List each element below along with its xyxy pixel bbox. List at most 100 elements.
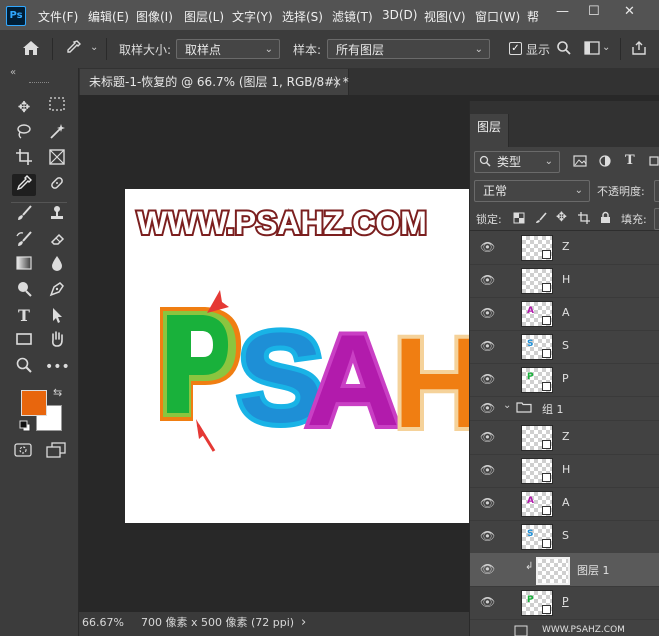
layer-name[interactable]: S bbox=[562, 339, 569, 352]
menu-edit[interactable]: 编辑(E) bbox=[88, 8, 129, 25]
menu-type[interactable]: 文字(Y) bbox=[232, 8, 273, 25]
healing-brush-tool-icon[interactable] bbox=[45, 174, 69, 196]
menu-image[interactable]: 图像(I) bbox=[136, 8, 173, 25]
menu-view[interactable]: 视图(V) bbox=[424, 8, 466, 25]
visibility-eye-icon[interactable]: 👁 bbox=[480, 463, 495, 477]
layer-name[interactable]: A bbox=[562, 496, 570, 509]
visibility-eye-icon[interactable]: 👁 bbox=[480, 430, 495, 444]
swap-colors-icon[interactable]: ⇆ bbox=[53, 386, 62, 399]
visibility-eye-icon[interactable]: 👁 bbox=[480, 595, 495, 609]
eraser-tool-icon[interactable] bbox=[45, 230, 69, 252]
layer-name[interactable]: P bbox=[562, 595, 569, 608]
type-filter-icon[interactable]: T bbox=[625, 153, 635, 168]
layer-row[interactable]: 👁 Z bbox=[470, 421, 659, 455]
document-tab[interactable]: 未标题-1-恢复的 @ 66.7% (图层 1, RGB/8#) * × bbox=[80, 69, 349, 95]
visibility-eye-icon[interactable]: 👁 bbox=[480, 401, 495, 415]
dodge-tool-icon[interactable] bbox=[12, 280, 36, 302]
layer-row[interactable]: WWW.PSAHZ.COM bbox=[470, 619, 659, 636]
brush-tool-icon[interactable] bbox=[12, 204, 36, 226]
visibility-eye-icon[interactable]: 👁 bbox=[480, 306, 495, 320]
layer-name[interactable]: 图层 1 bbox=[577, 562, 610, 578]
blend-mode-select[interactable]: 正常 ⌄ bbox=[474, 180, 590, 202]
menu-3d[interactable]: 3D(D) bbox=[382, 8, 417, 22]
menu-file[interactable]: 文件(F) bbox=[38, 8, 78, 25]
hand-tool-icon[interactable] bbox=[45, 330, 69, 352]
visibility-eye-icon[interactable]: 👁 bbox=[480, 273, 495, 287]
lasso-tool-icon[interactable] bbox=[12, 122, 36, 144]
frame-tool-icon[interactable] bbox=[45, 148, 69, 170]
type-tool-icon[interactable]: T bbox=[12, 306, 36, 328]
lock-position-icon[interactable]: ✥ bbox=[556, 210, 567, 225]
visibility-eye-icon[interactable]: 👁 bbox=[480, 496, 495, 510]
visibility-eye-icon[interactable]: 👁 bbox=[480, 240, 495, 254]
layer-row[interactable]: 👁 P P bbox=[470, 586, 659, 620]
menu-help[interactable]: 帮 bbox=[527, 8, 539, 25]
layer-group-row[interactable]: 👁 ⌄ 组 1 bbox=[470, 396, 659, 421]
path-selection-tool-icon[interactable] bbox=[45, 306, 69, 328]
layer-name[interactable]: A bbox=[562, 306, 570, 319]
screen-mode-icon[interactable] bbox=[46, 442, 66, 461]
layer-row[interactable]: 👁 H bbox=[470, 264, 659, 298]
maximize-button[interactable]: ☐ bbox=[588, 4, 600, 19]
workspace-icon[interactable] bbox=[584, 41, 600, 58]
crop-tool-icon[interactable] bbox=[12, 148, 36, 170]
layer-name[interactable]: H bbox=[562, 273, 570, 286]
chevron-down-icon[interactable]: ⌄ bbox=[503, 400, 511, 411]
menu-layer[interactable]: 图层(L) bbox=[184, 8, 224, 25]
collapse-toolbar-icon[interactable]: « bbox=[10, 67, 16, 78]
group-name[interactable]: 组 1 bbox=[542, 401, 564, 417]
image-filter-icon[interactable] bbox=[573, 155, 587, 170]
quick-mask-icon[interactable] bbox=[14, 442, 32, 461]
visibility-eye-icon[interactable]: 👁 bbox=[480, 562, 495, 576]
close-tab-icon[interactable]: × bbox=[332, 69, 342, 95]
blur-tool-icon[interactable] bbox=[45, 254, 69, 276]
move-tool-icon[interactable]: ✥ bbox=[12, 96, 36, 118]
layer-row[interactable]: 👁 S S bbox=[470, 520, 659, 554]
layer-row[interactable]: 👁 H bbox=[470, 454, 659, 488]
chevron-down-icon[interactable]: ⌄ bbox=[90, 42, 98, 53]
adjustment-filter-icon[interactable] bbox=[599, 155, 611, 170]
layer-row-selected[interactable]: 👁 ↲ 图层 1 bbox=[470, 553, 659, 587]
menu-filter[interactable]: 滤镜(T) bbox=[332, 8, 373, 25]
rectangle-tool-icon[interactable] bbox=[12, 330, 36, 352]
visibility-eye-icon[interactable]: 👁 bbox=[480, 529, 495, 543]
layer-name[interactable]: Z bbox=[562, 240, 570, 253]
foreground-color-swatch[interactable] bbox=[21, 390, 47, 416]
layer-name[interactable]: H bbox=[562, 463, 570, 476]
menu-window[interactable]: 窗口(W) bbox=[475, 8, 520, 25]
fill-field[interactable] bbox=[654, 208, 659, 230]
layers-tab[interactable]: 图层 bbox=[470, 114, 509, 147]
opacity-field[interactable] bbox=[654, 180, 659, 202]
marquee-tool-icon[interactable] bbox=[45, 96, 69, 118]
magic-wand-tool-icon[interactable] bbox=[45, 122, 69, 144]
lock-all-icon[interactable] bbox=[600, 211, 611, 227]
share-icon[interactable] bbox=[631, 40, 647, 59]
sample-size-select[interactable]: 取样点 ⌄ bbox=[176, 39, 280, 59]
eyedropper-preset-icon[interactable] bbox=[64, 39, 84, 60]
toolbar-grip[interactable] bbox=[29, 82, 49, 85]
pen-tool-icon[interactable] bbox=[45, 280, 69, 302]
default-colors-icon[interactable] bbox=[19, 420, 31, 435]
layer-row[interactable]: 👁 S S bbox=[470, 330, 659, 364]
gradient-tool-icon[interactable] bbox=[12, 254, 36, 276]
history-brush-tool-icon[interactable] bbox=[12, 230, 36, 252]
document-canvas[interactable]: WWW.PSAHZ.COM P S A H bbox=[125, 189, 470, 523]
shape-filter-icon[interactable] bbox=[648, 155, 659, 170]
status-menu-arrow[interactable]: › bbox=[301, 612, 306, 634]
minimize-button[interactable]: — bbox=[556, 4, 569, 19]
zoom-tool-icon[interactable] bbox=[12, 356, 36, 378]
visibility-eye-icon[interactable]: 👁 bbox=[480, 339, 495, 353]
show-ring-checkbox[interactable]: ✓ bbox=[509, 42, 522, 55]
layer-row[interactable]: 👁 P P bbox=[470, 363, 659, 397]
home-icon[interactable] bbox=[22, 40, 40, 59]
layer-name[interactable]: S bbox=[562, 529, 569, 542]
more-tools-icon[interactable]: ••• bbox=[45, 356, 70, 378]
zoom-level[interactable]: 66.67% bbox=[82, 612, 124, 634]
lock-transparent-icon[interactable] bbox=[513, 212, 525, 227]
visibility-eye-icon[interactable]: 👁 bbox=[480, 372, 495, 386]
layer-name[interactable]: WWW.PSAHZ.COM bbox=[542, 625, 625, 635]
layer-row[interactable]: 👁 A A bbox=[470, 487, 659, 521]
clone-stamp-tool-icon[interactable] bbox=[45, 204, 69, 226]
search-icon[interactable] bbox=[556, 40, 572, 59]
layer-name[interactable]: Z bbox=[562, 430, 570, 443]
